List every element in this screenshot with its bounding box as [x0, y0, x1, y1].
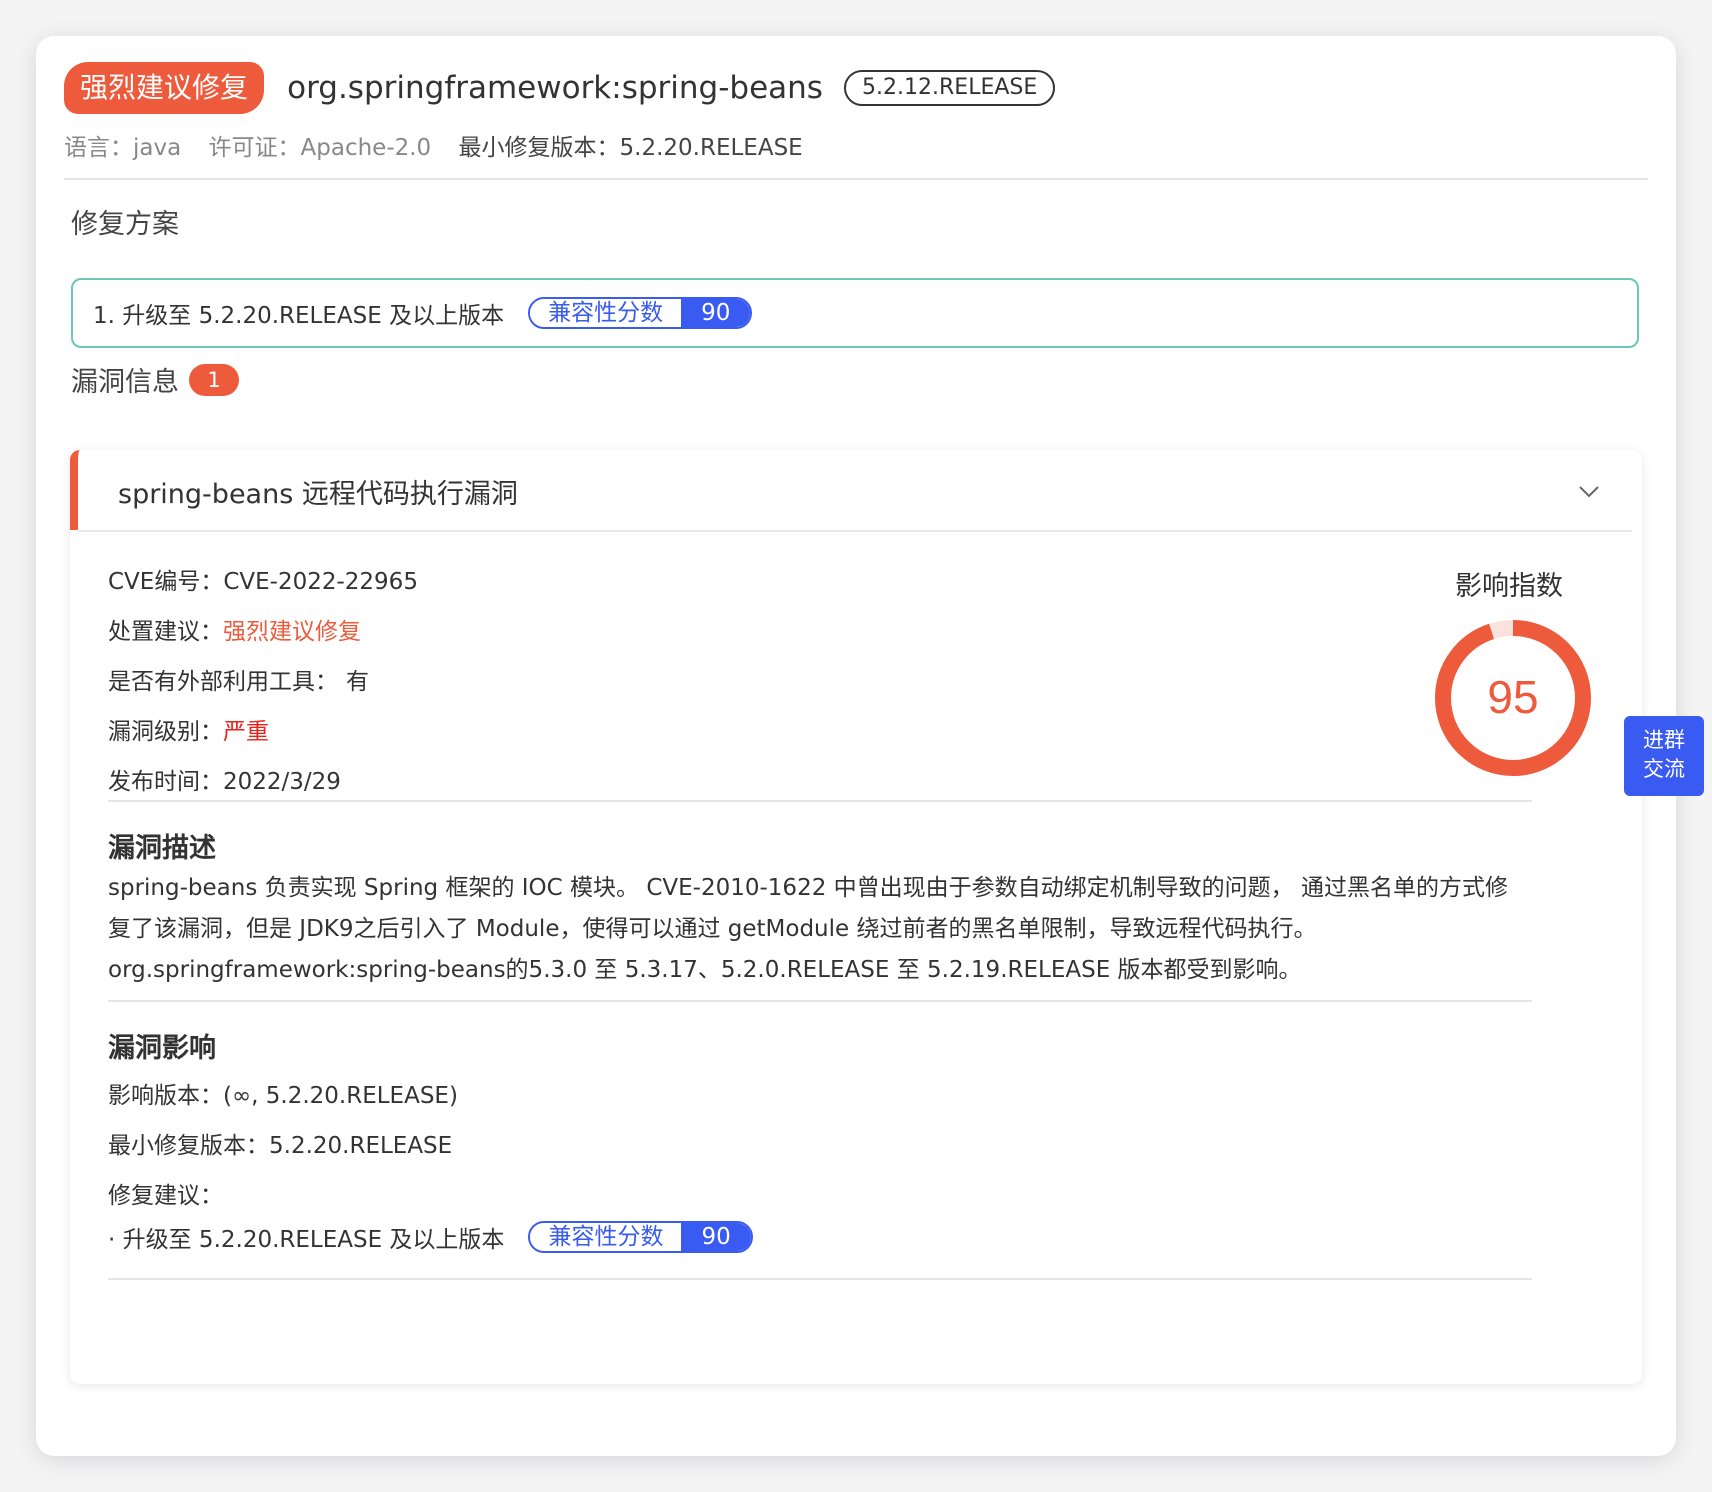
- compat-score-badge: 兼容性分数 90: [528, 1221, 753, 1253]
- version-pill: 5.2.12.RELEASE: [844, 70, 1056, 106]
- impact-score: 95: [1487, 671, 1538, 723]
- vuln-description: spring-beans 负责实现 Spring 框架的 IOC 模块。 CVE…: [108, 868, 1548, 991]
- affected-versions: 影响版本：(∞, 5.2.20.RELEASE): [108, 1083, 458, 1109]
- cve-row: CVE编号：CVE-2022-22965: [108, 562, 418, 596]
- compat-score-value: 90: [681, 299, 751, 327]
- fix-plan-title: 修复方案: [71, 209, 179, 240]
- divider: [108, 1000, 1532, 1002]
- divider: [108, 800, 1532, 802]
- min-fix-version: 最小修复版本：5.2.20.RELEASE: [108, 1133, 453, 1159]
- chevron-down-icon[interactable]: [1578, 480, 1600, 502]
- vuln-section-header: 漏洞信息 1: [71, 360, 239, 399]
- license-text: 许可证：Apache-2.0: [208, 135, 432, 161]
- package-name: org.springframework:spring-beans: [287, 70, 823, 106]
- advice-row: 处置建议：强烈建议修复: [108, 612, 361, 646]
- cve-value: CVE-2022-22965: [223, 569, 418, 595]
- advice-value: 强烈建议修复: [223, 619, 361, 645]
- component-detail-card: 强烈建议修复 org.springframework:spring-beans …: [36, 36, 1704, 1456]
- join-group-line1: 进群: [1643, 728, 1685, 752]
- component-meta: 语言：java 许可证：Apache-2.0 最小修复版本：5.2.20.REL…: [64, 128, 1648, 162]
- exploit-value: 有: [346, 669, 369, 695]
- impact-gauge: 95: [1435, 620, 1591, 776]
- component-header: 强烈建议修复 org.springframework:spring-beans …: [64, 62, 1648, 162]
- compat-score-badge: 兼容性分数 90: [528, 297, 753, 329]
- divider: [108, 1278, 1532, 1280]
- level-label: 漏洞级别：: [108, 719, 223, 745]
- compat-score-label: 兼容性分数: [530, 1223, 682, 1251]
- join-group-button[interactable]: 进群 交流: [1624, 716, 1704, 796]
- desc-title: 漏洞描述: [108, 833, 216, 864]
- date-value: 2022/3/29: [223, 769, 341, 795]
- desc-line: spring-beans 负责实现 Spring 框架的 IOC 模块。 CVE…: [108, 875, 1508, 901]
- desc-line: org.springframework:spring-beans的5.3.0 至…: [108, 957, 1302, 983]
- exploit-label: 是否有外部利用工具：: [108, 669, 338, 695]
- level-value: 严重: [223, 719, 269, 745]
- vuln-count-badge: 1: [189, 363, 239, 396]
- vuln-title: spring-beans 远程代码执行漏洞: [118, 479, 518, 510]
- exploit-row: 是否有外部利用工具： 有: [108, 662, 369, 696]
- fix-advice-item: · 升级至 5.2.20.RELEASE 及以上版本 兼容性分数 90: [108, 1220, 753, 1254]
- fix-advice-text: · 升级至 5.2.20.RELEASE 及以上版本: [108, 1227, 505, 1253]
- vuln-accordion-header[interactable]: spring-beans 远程代码执行漏洞: [70, 450, 1642, 530]
- vuln-header-divider: [78, 530, 1632, 532]
- level-row: 漏洞级别：严重: [108, 712, 269, 746]
- date-row: 发布时间：2022/3/29: [108, 762, 341, 796]
- fix-advice-label: 修复建议：: [108, 1183, 223, 1209]
- desc-line: 复了该漏洞，但是 JDK9之后引入了 Module，使得可以通过 getModu…: [108, 916, 1317, 942]
- fix-plan-text: 1. 升级至 5.2.20.RELEASE 及以上版本: [93, 303, 505, 329]
- compat-score-label: 兼容性分数: [530, 299, 682, 327]
- advice-label: 处置建议：: [108, 619, 223, 645]
- compat-score-value: 90: [681, 1223, 751, 1251]
- vuln-card: spring-beans 远程代码执行漏洞 CVE编号：CVE-2022-229…: [70, 450, 1642, 1384]
- severity-badge: 强烈建议修复: [64, 62, 265, 114]
- join-group-line2: 交流: [1643, 757, 1685, 781]
- vuln-section-title: 漏洞信息: [71, 367, 179, 398]
- min-fix-version-text: 最小修复版本：5.2.20.RELEASE: [458, 135, 803, 161]
- language-text: 语言：java: [64, 135, 182, 161]
- effect-title: 漏洞影响: [108, 1033, 216, 1064]
- cve-label: CVE编号：: [108, 569, 224, 595]
- header-divider: [64, 178, 1648, 180]
- date-label: 发布时间：: [108, 769, 223, 795]
- fix-plan-item: 1. 升级至 5.2.20.RELEASE 及以上版本 兼容性分数 90: [71, 278, 1639, 348]
- impact-index-label: 影响指数: [1455, 571, 1563, 602]
